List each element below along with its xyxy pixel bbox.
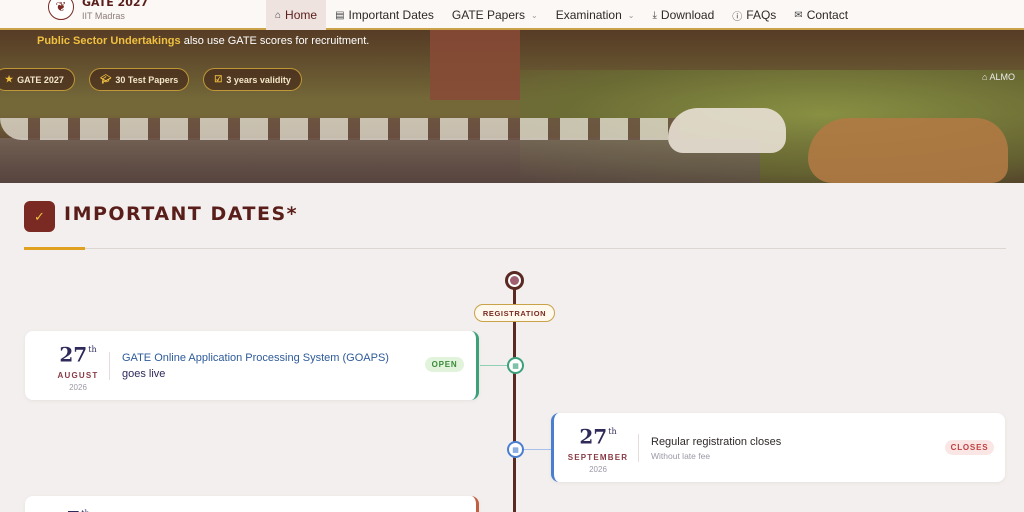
main-nav: ⌂ Home ▤ Important Dates GATE Papers ⌄ E…: [266, 0, 857, 30]
timeline-connector: [524, 449, 551, 450]
mail-icon: ✉: [794, 9, 803, 21]
check-icon: ☑: [214, 74, 223, 84]
event-card-registration-closes: 27th SEPTEMBER 2026 Regular registration…: [551, 413, 1005, 482]
nav-gate-papers[interactable]: GATE Papers ⌄: [443, 0, 547, 30]
section-title: IMPORTANT DATES*: [64, 203, 299, 225]
event-month: SEPTEMBER: [567, 452, 629, 462]
nav-label: Examination: [555, 8, 622, 22]
nav-home[interactable]: ⌂ Home: [266, 0, 327, 30]
nav-label: GATE Papers: [451, 8, 526, 22]
event-text: Regular registration closes Without late…: [651, 434, 911, 463]
nav-examination[interactable]: Examination ⌄: [547, 0, 644, 30]
nav-important-dates[interactable]: ▤ Important Dates: [326, 0, 443, 30]
hero-right-text: ALMO: [989, 72, 1015, 82]
hero-banner: Public Sector Undertakings also use GATE…: [0, 30, 1024, 183]
event-card-goaps-live: 27th AUGUST 2026 GATE Online Application…: [25, 331, 479, 400]
event-year: 2026: [69, 382, 87, 392]
chip-label: 3 years validity: [226, 74, 291, 85]
day-number: 7: [66, 507, 80, 512]
hero-background-kerb: [0, 118, 680, 140]
hero-text-highlight: Public Sector Undertakings: [37, 35, 181, 47]
hero-chips: ★ GATE 2027 🎓︎ 30 Test Papers ☑ 3 years …: [0, 68, 302, 91]
top-navbar: ❦ GATE 2027 IIT Madras ⌂ Home ▤ Importan…: [0, 0, 1024, 30]
chip-gate-2027: ★ GATE 2027: [0, 68, 75, 91]
chip-label: GATE 2027: [17, 74, 64, 85]
calendar-icon: ▤: [335, 9, 345, 21]
download-icon: ⤓: [652, 9, 657, 21]
brand-subtitle: IIT Madras: [82, 11, 125, 21]
event-year: 2026: [589, 464, 607, 474]
timeline-node-calendar-icon: ▦: [507, 441, 524, 458]
chevron-down-icon: ⌄: [531, 10, 538, 20]
event-date: 27th SEPTEMBER 2026: [555, 422, 641, 474]
status-badge-closes: CLOSES: [945, 440, 994, 455]
hero-background-road: [0, 138, 760, 183]
nav-label: Download: [660, 8, 715, 22]
event-day: 7th: [35, 504, 121, 512]
timeline-connector: [480, 365, 507, 366]
question-icon: ⓘ: [732, 11, 743, 23]
hero-deer-brown: [808, 118, 1008, 183]
chip-validity: ☑ 3 years validity: [203, 68, 302, 91]
nav-contact[interactable]: ✉ Contact: [785, 0, 857, 30]
day-suffix: th: [608, 427, 617, 436]
event-text: GATE Online Application Processing Syste…: [122, 350, 422, 382]
nav-label: Home: [285, 8, 318, 22]
timeline-start-dot: [505, 271, 524, 290]
brand-title[interactable]: GATE 2027: [82, 0, 148, 9]
event-date: 7th: [35, 504, 121, 512]
calendar-check-icon: ✓: [24, 201, 55, 232]
event-card-partial: 7th: [25, 496, 479, 512]
phase-label-registration: REGISTRATION: [474, 304, 555, 322]
chip-test-papers: 🎓︎ 30 Test Papers: [88, 68, 190, 91]
event-title[interactable]: GATE Online Application Processing Syste…: [122, 350, 422, 366]
nav-faqs[interactable]: ⓘ FAQs: [723, 0, 785, 30]
nav-label: Important Dates: [348, 8, 434, 22]
nav-download[interactable]: ⤓ Download: [643, 0, 723, 30]
graduation-cap-icon: 🎓︎: [99, 74, 112, 84]
hero-text: Public Sector Undertakings also use GATE…: [37, 35, 369, 47]
section-divider-accent: [24, 247, 85, 250]
status-badge-open: OPEN: [425, 357, 464, 372]
star-icon: ★: [5, 74, 14, 84]
day-suffix: th: [88, 345, 97, 354]
hero-text-rest: also use GATE scores for recruitment.: [180, 35, 370, 47]
card-separator: [109, 352, 110, 380]
section-divider: [24, 248, 1006, 249]
hero-background-wall: [430, 30, 520, 100]
chevron-down-icon: ⌄: [627, 10, 635, 20]
chip-label: 30 Test Papers: [115, 74, 179, 85]
timeline-node-calendar-icon: ▦: [507, 357, 524, 374]
nav-label: FAQs: [746, 8, 777, 22]
tree-emblem-icon[interactable]: ❦: [48, 0, 74, 20]
card-separator: [638, 434, 639, 462]
event-title-rest: goes live: [122, 368, 166, 380]
hero-right-label: ⌂ ALMO: [982, 72, 1015, 82]
day-number: 27: [59, 342, 88, 367]
event-note: Without late fee: [651, 451, 711, 461]
event-title: Regular registration closes: [651, 436, 782, 448]
home-icon: ⌂: [275, 9, 282, 21]
nav-label: Contact: [806, 8, 849, 22]
hero-deer-white: [668, 108, 786, 153]
event-day: 27th: [555, 422, 641, 449]
day-number: 27: [579, 424, 608, 449]
